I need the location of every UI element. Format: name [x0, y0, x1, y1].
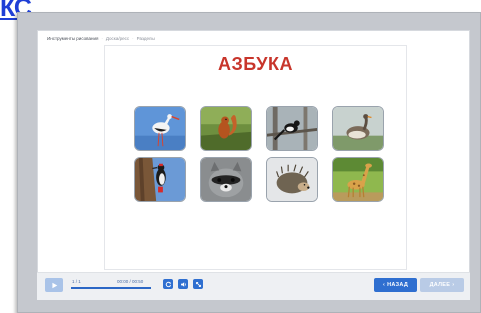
volume-icon	[180, 281, 186, 287]
image-woodpecker	[134, 157, 186, 202]
reload-button[interactable]	[163, 279, 173, 289]
image-raccoon	[200, 157, 252, 202]
fullscreen-icon	[195, 281, 201, 287]
fullscreen-button[interactable]	[193, 279, 203, 289]
back-button-label: НАЗАД	[387, 282, 409, 288]
breadcrumb-separator: ·	[101, 35, 103, 41]
image-squirrel	[200, 106, 252, 151]
volume-button[interactable]	[178, 279, 188, 289]
next-button[interactable]: ДАЛЕЕ ›	[420, 278, 464, 292]
slide-counter: 1 / 1	[72, 279, 81, 284]
slide-title: АЗБУКА	[218, 54, 293, 74]
back-button[interactable]: ‹ НАЗАД	[374, 278, 417, 292]
breadcrumb-separator: ·	[132, 35, 134, 41]
breadcrumb-item-board[interactable]: Доска/ресс	[106, 36, 129, 41]
breadcrumb-item-sections[interactable]: Разделы	[137, 36, 155, 41]
chevron-left-icon: ‹	[382, 282, 386, 288]
next-button-label: ДАЛЕЕ	[429, 282, 451, 288]
play-button[interactable]	[45, 278, 63, 292]
chevron-right-icon: ›	[452, 282, 455, 288]
progress-bar[interactable]	[71, 287, 151, 289]
image-giraffe	[332, 157, 384, 202]
image-magpie	[266, 106, 318, 151]
time-display: 00:00 / 00:50	[117, 279, 144, 284]
progress-fill	[71, 287, 151, 289]
image-stork	[134, 106, 186, 151]
reload-icon	[165, 281, 171, 287]
breadcrumb: Инструменты рисования · Доска/ресс · Раз…	[47, 33, 155, 43]
breadcrumb-item-tools[interactable]: Инструменты рисования	[47, 36, 98, 41]
image-hedgehog	[266, 157, 318, 202]
image-goose	[332, 106, 384, 151]
play-icon	[51, 282, 57, 288]
